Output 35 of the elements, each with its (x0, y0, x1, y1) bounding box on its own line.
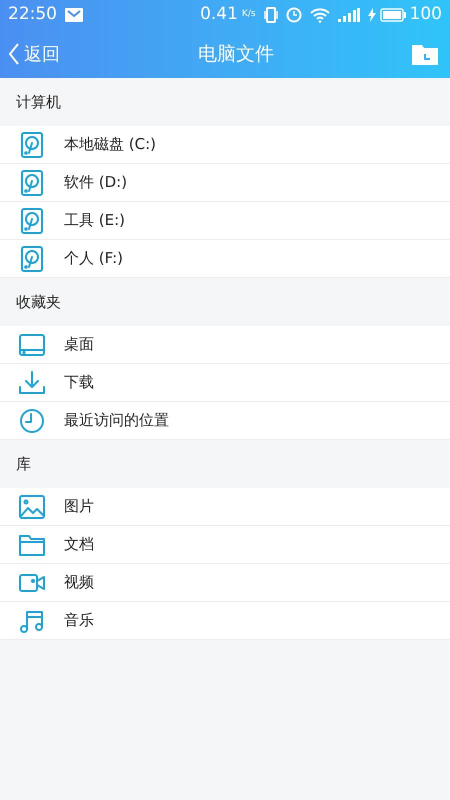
network-speed: 0.41 (200, 3, 238, 26)
chevron-left-icon (8, 42, 20, 66)
list-item[interactable]: 图片 (0, 488, 450, 526)
message-icon (65, 8, 83, 22)
alarm-icon (286, 7, 302, 23)
hard-drive-icon (18, 206, 46, 234)
list-item[interactable]: 文档 (0, 526, 450, 564)
battery-level: 100 (410, 3, 442, 26)
speed-unit: K/s (242, 8, 256, 22)
list-item[interactable]: 工具 (E:) (0, 202, 450, 240)
hard-drive-icon (18, 130, 46, 158)
battery-icon (380, 8, 406, 22)
section-header: 收藏夹 (16, 292, 61, 313)
section-header: 库 (16, 454, 31, 475)
hard-drive-icon (18, 244, 46, 272)
list-item[interactable]: 个人 (F:) (0, 240, 450, 278)
list-item[interactable]: 音乐 (0, 602, 450, 640)
signal-icon (338, 8, 360, 22)
list-item[interactable]: 本地磁盘 (C:) (0, 126, 450, 164)
clock-icon (18, 406, 46, 434)
folder-clock-icon[interactable] (412, 43, 438, 65)
list-item[interactable]: 下载 (0, 364, 450, 402)
list-item[interactable]: 软件 (D:) (0, 164, 450, 202)
list-item[interactable]: 视频 (0, 564, 450, 602)
list-item[interactable]: 最近访问的位置 (0, 402, 450, 440)
image-icon (18, 492, 46, 520)
wifi-icon (310, 7, 330, 23)
clock-time: 22:50 (8, 3, 57, 26)
section-header: 计算机 (16, 92, 61, 113)
charging-icon (368, 8, 376, 22)
hard-drive-icon (18, 168, 46, 196)
list-item[interactable]: 桌面 (0, 326, 450, 364)
page-title: 电脑文件 (198, 42, 274, 67)
vibrate-icon (264, 7, 278, 23)
download-icon (18, 368, 46, 396)
